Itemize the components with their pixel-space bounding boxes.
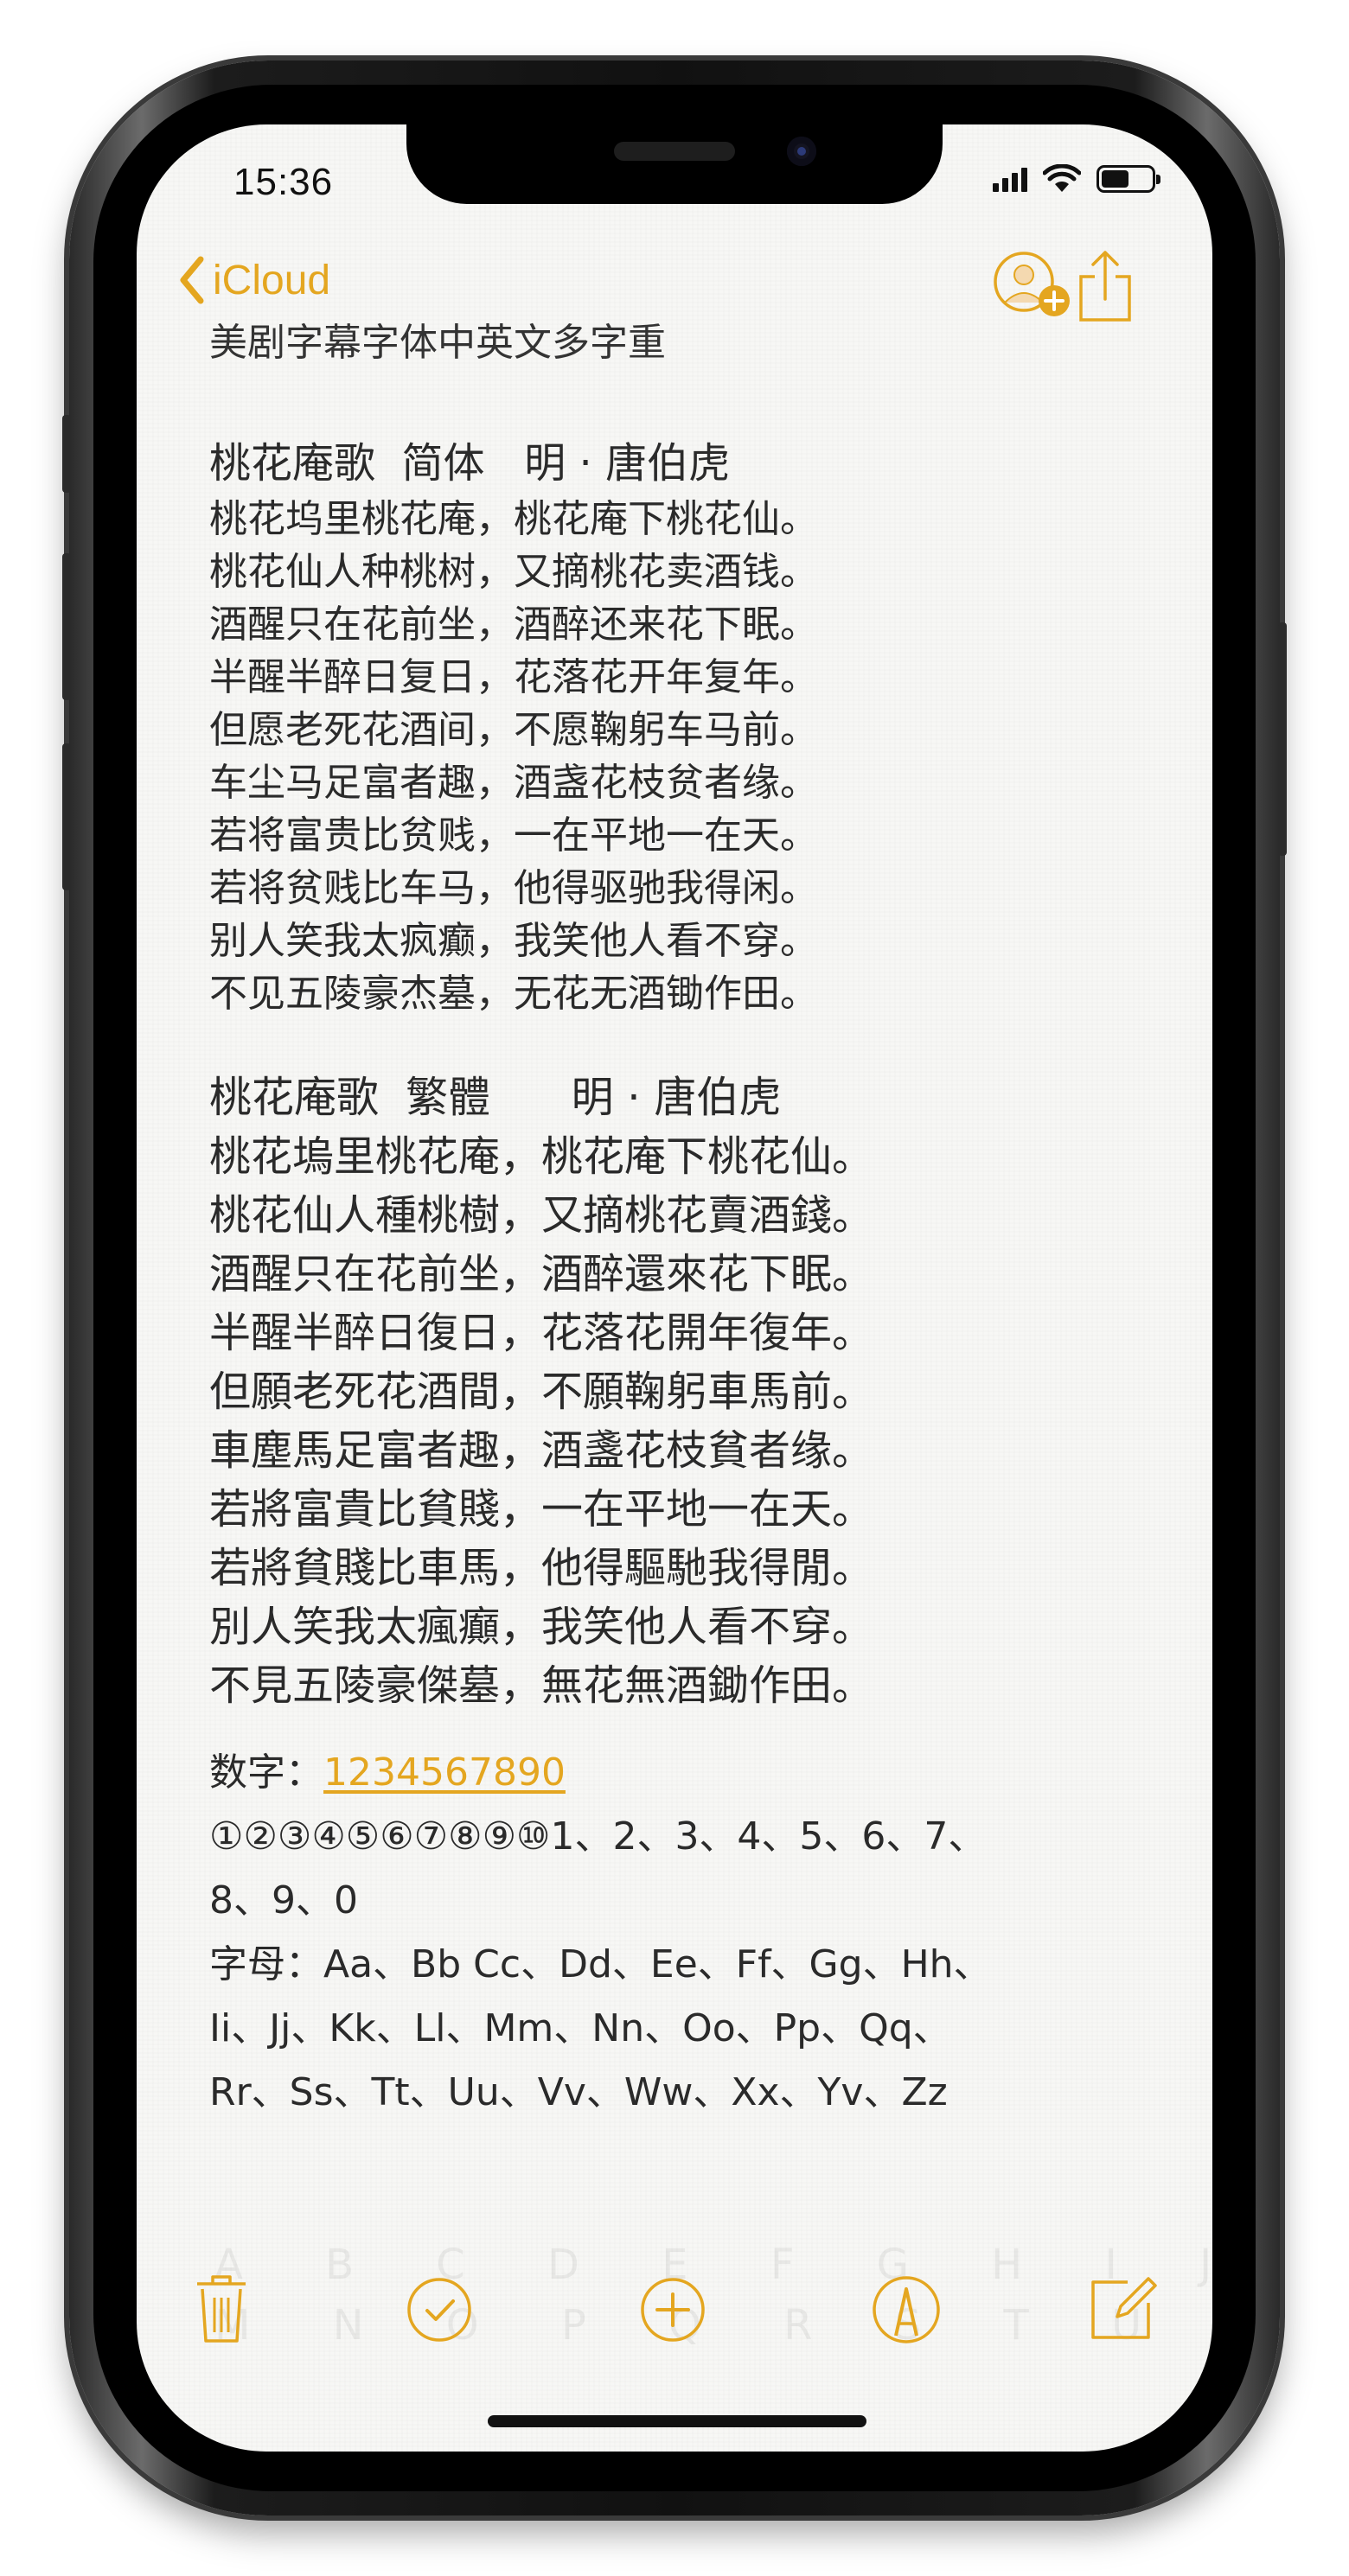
poem-line: 不見五陵豪傑墓，無花無酒鋤作田。 [209,1661,874,1710]
bottom-toolbar [137,2272,1212,2350]
poem-line: 若将富贵比贫贱，一在平地一在天。 [209,813,818,858]
power-button [1278,622,1287,856]
poem-line: 酒醒只在花前坐，酒醉還來花下眠。 [209,1250,874,1298]
compose-button[interactable] [1086,2272,1159,2348]
note-body[interactable]: 美剧字幕字体中英文多字重 桃花庵歌 简体 明 · 唐伯虎 桃花坞里桃花庵，桃花庵… [209,313,1178,2125]
front-camera [787,137,816,166]
poem-simplified: 桃花庵歌 简体 明 · 唐伯虎 桃花坞里桃花庵，桃花庵下桃花仙。 桃花仙人种桃树… [209,434,1178,1020]
volume-up-button [62,553,71,700]
numbers-label: 数字： [209,1750,323,1795]
markup-button[interactable] [870,2273,943,2350]
poem-line: 半醒半醉日復日，花落花開年復年。 [209,1309,874,1357]
battery-icon [1096,165,1160,193]
screen: 15:36 iCloud 美剧字幕字体中英文多字重 桃花庵歌 简体 明 · 唐伯… [137,124,1212,2452]
status-time: 15:36 [233,161,334,203]
poem-line: 桃花塢里桃花庵，桃花庵下桃花仙。 [209,1132,874,1181]
letters-line-1: 字母：Aa、Bb Cc、Dd、Ee、Ff、Gg、Hh、 [209,1942,992,1986]
poem-heading: 桃花庵歌 简体 明 · 唐伯虎 [209,439,731,488]
poem-line: 酒醒只在花前坐，酒醉还来花下眠。 [209,603,818,647]
numbers-line-3: 8、9、0 [209,1878,358,1922]
poem-line: 車塵馬足富者趣，酒盞花枝貧者缘。 [209,1426,874,1475]
checklist-icon [407,2278,471,2342]
chevron-left-icon [180,256,204,304]
character-samples: 数字：1234567890 ①②③④⑤⑥⑦⑧⑨⑩1、2、3、4、5、6、7、 8… [209,1741,1178,2125]
poem-line: 若将贫贱比车马，他得驱驰我得闲。 [209,866,818,910]
checklist-button[interactable] [405,2275,474,2348]
signal-icon [993,166,1027,192]
poem-heading: 桃花庵歌 繁體 明 · 唐伯虎 [209,1073,782,1122]
poem-line: 桃花仙人種桃樹，又摘桃花賣酒錢。 [209,1191,874,1240]
poem-line: 但願老死花酒間，不願鞠躬車馬前。 [209,1368,874,1416]
silent-switch [62,415,71,493]
poem-line: 別人笑我太瘋癲，我笑他人看不穿。 [209,1603,874,1651]
add-icon [641,2278,705,2342]
letters-line-3: Rr、Ss、Tt、Uu、Vv、Ww、Xx、Yv、Zz [209,2070,948,2114]
speaker [614,142,735,161]
letters-line-2: Ii、Jj、Kk、Ll、Mm、Nn、Oo、Pp、Qq、 [209,2006,951,2050]
add-attachment-button[interactable] [638,2275,707,2348]
poem-line: 别人笑我太疯癫，我笑他人看不穿。 [209,919,818,963]
notch [406,124,943,204]
numbers-line-2: ①②③④⑤⑥⑦⑧⑨⑩1、2、3、4、5、6、7、 [209,1814,987,1859]
back-label: iCloud [213,257,331,303]
markup-icon [873,2276,940,2343]
numbers-line: 数字：1234567890 [209,1741,1178,1805]
delete-button[interactable] [194,2272,249,2348]
note-title: 美剧字幕字体中英文多字重 [209,321,666,365]
wifi-icon [1043,164,1081,192]
trash-icon [197,2275,246,2343]
poem-line: 桃花坞里桃花庵，桃花庵下桃花仙。 [209,497,818,541]
poem-line: 桃花仙人种桃树，又摘桃花卖酒钱。 [209,550,818,594]
status-icons [993,164,1160,194]
poem-traditional: 桃花庵歌 繁體 明 · 唐伯虎 桃花塢里桃花庵，桃花庵下桃花仙。 桃花仙人種桃樹… [209,1068,1178,1715]
poem-line: 若將富貴比貧賤，一在平地一在天。 [209,1485,874,1533]
home-indicator[interactable] [488,2415,866,2427]
back-button[interactable]: iCloud [176,254,330,306]
poem-line: 半醒半醉日复日，花落花开年复年。 [209,655,818,699]
poem-line: 不见五陵豪杰墓，无花无酒锄作田。 [209,972,818,1016]
volume-down-button [62,743,71,890]
numbers-link[interactable]: 1234567890 [323,1750,566,1795]
poem-line: 若將貧賤比車馬，他得驅馳我得閒。 [209,1544,874,1592]
battery-fill [1102,170,1128,188]
poem-line: 车尘马足富者趣，酒盏花枝贫者缘。 [209,761,818,805]
compose-icon [1091,2277,1157,2339]
poem-line: 但愿老死花酒间，不愿鞠躬车马前。 [209,708,818,752]
